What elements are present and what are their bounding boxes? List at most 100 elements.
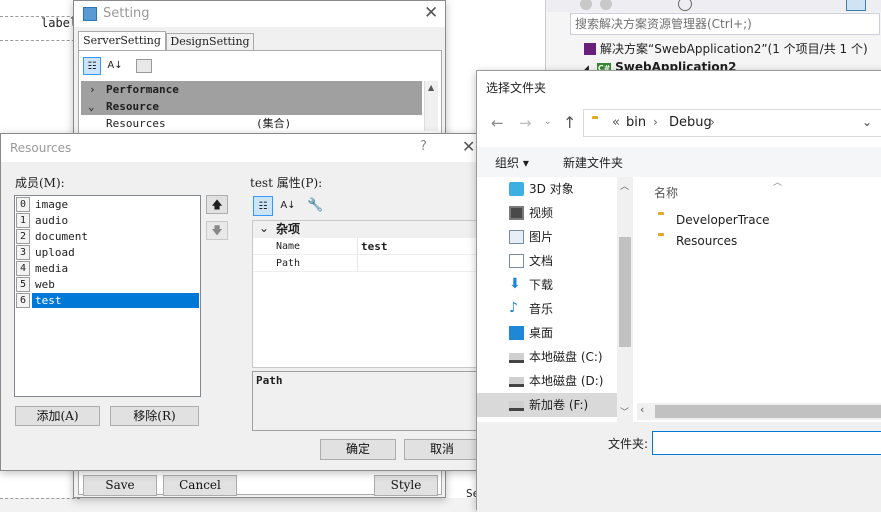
organize-button[interactable]: 组织 ▾: [495, 154, 529, 171]
scroll-up-icon[interactable]: ︿: [620, 179, 629, 192]
solution-node[interactable]: 解决方案“SwebApplication2”(1 个项目/共 1 个): [584, 40, 868, 57]
property-value[interactable]: (集合): [256, 115, 291, 132]
alphabetical-icon[interactable]: A↓: [278, 196, 298, 216]
horizontal-scrollbar[interactable]: ‹: [637, 403, 881, 420]
list-item[interactable]: 4 media: [16, 261, 199, 277]
nav-item[interactable]: 3D 对象: [477, 177, 617, 201]
drive-icon: [509, 377, 524, 387]
category-label: 杂项: [276, 222, 301, 236]
property-pages-icon[interactable]: [136, 59, 152, 73]
nav-item-label: 音乐: [529, 302, 554, 316]
save-button[interactable]: Save: [83, 475, 157, 496]
remove-button[interactable]: 移除(R): [110, 406, 199, 426]
categorized-icon[interactable]: ☷: [83, 57, 101, 75]
prop-row-path[interactable]: Path: [253, 255, 479, 272]
new-folder-button[interactable]: 新建文件夹: [563, 154, 623, 171]
category-performance[interactable]: › Performance: [81, 81, 422, 98]
history-icon[interactable]: [678, 0, 692, 11]
pictures-icon: [509, 230, 524, 244]
ok-button[interactable]: 确定: [320, 439, 396, 460]
move-up-icon[interactable]: 🡅: [206, 195, 228, 214]
up-icon[interactable]: ↑: [563, 113, 576, 132]
collapse-icon[interactable]: ⌄: [259, 220, 269, 237]
alphabetical-icon[interactable]: A↓: [106, 57, 124, 75]
drive-icon: [509, 401, 524, 411]
properties-icon[interactable]: [846, 0, 866, 11]
close-icon[interactable]: ✕: [462, 137, 475, 156]
app-icon: [83, 7, 97, 21]
expand-icon[interactable]: ›: [89, 81, 96, 98]
move-down-icon[interactable]: 🡇: [206, 221, 228, 240]
cancel-button[interactable]: Cancel: [163, 475, 237, 496]
category-resource[interactable]: ⌄ Resource: [81, 98, 422, 115]
chevron-right-icon[interactable]: ›: [653, 115, 658, 129]
property-scrollbar[interactable]: ▲: [424, 81, 438, 131]
scroll-up-icon[interactable]: ▲: [428, 83, 434, 92]
folder-input[interactable]: [652, 431, 881, 455]
nav-item-label: 图片: [529, 230, 554, 244]
nav-item-label: 新加卷 (F:): [529, 398, 589, 412]
solution-search-input[interactable]: 搜索解决方案资源管理器(Ctrl+;): [570, 13, 880, 35]
sort-indicator-icon: ︿: [773, 178, 783, 188]
nav-item[interactable]: 图片: [477, 225, 617, 249]
forward-icon[interactable]: →: [519, 114, 532, 132]
list-item[interactable]: 0 image: [16, 197, 199, 213]
categorized-icon[interactable]: ☷: [253, 196, 273, 216]
nav-item[interactable]: ⬇ 下载: [477, 273, 617, 297]
tab-design-setting[interactable]: DesignSetting: [166, 33, 254, 51]
nav-scrollbar[interactable]: ︿ ﹀: [617, 177, 633, 422]
scroll-thumb[interactable]: [619, 237, 631, 347]
item-name: document: [35, 230, 88, 243]
nav-item[interactable]: 本地磁盘 (C:): [477, 345, 617, 369]
address-dropdown-icon[interactable]: ⌄: [862, 115, 872, 129]
members-list[interactable]: 0 image 1 audio 2 document 3 upload 4 media 5 web 6 t…: [14, 195, 201, 397]
nav-item[interactable]: ♪ 音乐: [477, 297, 617, 321]
scroll-thumb[interactable]: [655, 405, 881, 418]
category-misc[interactable]: ⌄ 杂项: [253, 221, 479, 238]
list-item[interactable]: 3 upload: [16, 245, 199, 261]
list-item[interactable]: 2 document: [16, 229, 199, 245]
properties-label: test 属性(P):: [250, 176, 323, 190]
property-pages-icon[interactable]: 🔧: [307, 198, 323, 213]
nav-item-label: 3D 对象: [529, 182, 574, 196]
video-icon: [509, 206, 524, 220]
nav-item[interactable]: 文档: [477, 249, 617, 273]
style-button[interactable]: Style: [374, 475, 438, 496]
breadcrumb-overflow[interactable]: «: [612, 115, 620, 130]
list-item[interactable]: 1 audio: [16, 213, 199, 229]
resources-cancel-button[interactable]: 取消: [404, 439, 480, 460]
back-icon[interactable]: [580, 0, 592, 10]
list-item[interactable]: 6 test: [16, 293, 199, 309]
address-bar[interactable]: « bin › Debug ›: [583, 109, 881, 137]
drive-icon: [509, 353, 524, 363]
collapse-icon[interactable]: ⌄: [88, 98, 95, 115]
item-index: 4: [16, 261, 30, 276]
scroll-down-icon[interactable]: ﹀: [620, 405, 629, 418]
breadcrumb-bin[interactable]: bin: [626, 115, 646, 130]
nav-item[interactable]: 本地磁盘 (D:): [477, 369, 617, 393]
close-icon[interactable]: ✕: [424, 3, 438, 23]
item-name: web: [35, 278, 55, 291]
tab-server-setting[interactable]: ServerSetting: [78, 31, 166, 51]
members-label: 成员(M):: [15, 176, 65, 190]
nav-item[interactable]: 视频: [477, 201, 617, 225]
add-button[interactable]: 添加(A): [15, 406, 100, 426]
designer-label[interactable]: label: [41, 16, 77, 30]
prop-value[interactable]: test: [361, 238, 388, 255]
chevron-right-icon[interactable]: ›: [710, 115, 715, 129]
breadcrumb-debug[interactable]: Debug: [669, 115, 712, 130]
recent-dropdown-icon[interactable]: ⌄: [544, 117, 552, 127]
nav-item[interactable]: 桌面: [477, 321, 617, 345]
property-row-resources[interactable]: Resources (集合): [81, 115, 422, 132]
desktop-icon: [509, 326, 524, 340]
item-name: test: [32, 293, 199, 308]
nav-item[interactable]: 新加卷 (F:): [477, 393, 617, 417]
list-item[interactable]: 5 web: [16, 277, 199, 293]
scroll-left-icon[interactable]: ‹: [640, 403, 644, 416]
back-icon[interactable]: ←: [491, 114, 504, 132]
forward-icon[interactable]: [600, 0, 612, 10]
column-header-name[interactable]: 名称: [654, 184, 678, 201]
help-icon[interactable]: ?: [420, 139, 427, 154]
solution-icon: [584, 43, 596, 55]
prop-row-name[interactable]: Name test: [253, 238, 479, 255]
